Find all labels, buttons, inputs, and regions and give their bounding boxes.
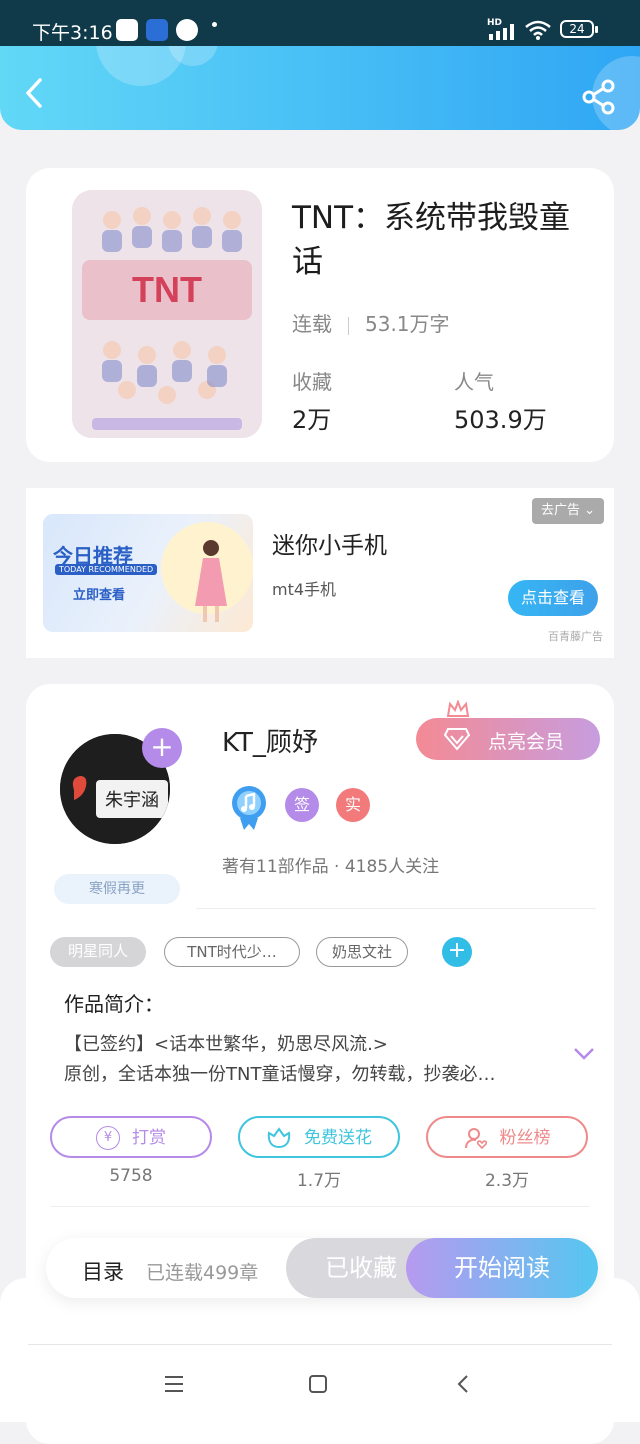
ad-image-cta: 立即查看 (73, 588, 126, 603)
tip-count: 5758 (109, 1166, 153, 1186)
tag-genre[interactable]: 明星同人 (50, 937, 146, 967)
expand-chevron-icon[interactable] (572, 1046, 596, 1062)
favorites-value: 2万 (292, 406, 332, 434)
remove-ad-button[interactable]: 去广告 ⌄ (532, 498, 604, 524)
book-meta: 连载 53.1万字 (292, 308, 450, 337)
popularity-value: 503.9万 (454, 406, 547, 434)
chapter-count: 已连载499章 (146, 1262, 259, 1284)
ad-view-button[interactable]: 点击查看 (508, 580, 598, 616)
diamond-icon (444, 728, 470, 751)
yen-icon: ¥ (96, 1126, 120, 1150)
serial-status: 连载 (292, 312, 332, 336)
notification-dot (212, 22, 217, 27)
fan-count: 2.3万 (484, 1171, 530, 1191)
music-medal-icon (232, 786, 266, 830)
back-icon[interactable] (18, 76, 52, 110)
send-flower-button[interactable]: 免费送花 (238, 1116, 400, 1158)
flower-count: 1.7万 (296, 1171, 342, 1191)
share-icon[interactable] (580, 78, 618, 116)
ad-subtitle: mt4手机 (272, 580, 337, 599)
author-stats: 著有11部作品 · 4185人关注 (222, 857, 440, 877)
status-badge: 寒假再更 (54, 874, 180, 904)
follow-author-button[interactable]: + (142, 728, 182, 768)
signed-badge: 签 (285, 788, 319, 822)
add-tag-button[interactable]: + (442, 937, 472, 967)
tip-button[interactable]: ¥ 打赏 (50, 1116, 212, 1158)
svg-text:TNT: TNT (132, 269, 202, 310)
tip-label: 打赏 (132, 1128, 166, 1148)
book-cover[interactable]: TNT (72, 190, 262, 438)
avatar-name-tag: 朱宇涵 (105, 790, 159, 811)
train-app-icon (146, 19, 168, 41)
start-reading-button[interactable]: 开始阅读 (406, 1238, 598, 1298)
fan-ranking-label: 粉丝榜 (499, 1128, 551, 1148)
author-name[interactable]: KT_顾妤 (222, 722, 318, 759)
verified-badge: 实 (336, 788, 370, 822)
top-header (0, 46, 640, 130)
ad-source: 百青藤广告 (548, 630, 603, 643)
vip-member-button[interactable]: 点亮会员 (416, 700, 600, 760)
word-count: 53.1万字 (365, 312, 450, 336)
send-flower-label: 免费送花 (304, 1128, 372, 1148)
popularity-label: 人气 (454, 370, 494, 394)
book-info-card: TNT TNT：系统带我毁童话 连载 53.1万字 收藏 2万 人气 503.9万 (26, 168, 614, 462)
crown-icon (446, 700, 470, 717)
book-title: TNT：系统带我毁童话 (292, 200, 571, 280)
intro-title: 作品简介： (64, 992, 164, 1016)
tag-studio[interactable]: 奶思文社 (316, 937, 408, 967)
status-bar: 下午3:16 HD 24 (0, 0, 640, 46)
bottom-sheet (0, 1278, 640, 1422)
fan-ranking-button[interactable]: 粉丝榜 (426, 1116, 588, 1158)
ad-banner[interactable]: 今日推荐 TODAY RECOMMENDED 立即查看 迷你小手机 mt4手机 … (26, 488, 614, 658)
intro-text: 【已签约】<话本世繁华，奶思尽风流.> 原创，全话本独一份TNT童话慢穿，勿转载… (64, 1030, 564, 1090)
ad-girl-illustration (195, 540, 227, 622)
back-nav-icon[interactable] (452, 1372, 476, 1396)
toc-button[interactable]: 目录 (82, 1256, 124, 1286)
battery-icon: 24 (560, 20, 598, 38)
status-time: 下午3:16 (32, 22, 113, 44)
favorites-label: 收藏 (292, 370, 332, 394)
home-icon[interactable] (306, 1372, 330, 1396)
vip-button-label: 点亮会员 (488, 731, 565, 753)
remove-ad-label: 去广告 (540, 503, 580, 518)
divider (196, 908, 596, 909)
reading-action-bar: 目录 已连载499章 已收藏 开始阅读 (46, 1238, 598, 1298)
wifi-icon (525, 20, 551, 40)
cover-art: TNT (72, 190, 262, 438)
ad-image-subtitle: TODAY RECOMMENDED (55, 564, 158, 575)
flower-icon (267, 1127, 291, 1149)
intro-line: 【已签约】<话本世繁华，奶思尽风流.> (64, 1034, 388, 1055)
tag-series[interactable]: TNT时代少… (164, 937, 300, 967)
signal-icon (489, 24, 514, 40)
divider (50, 1206, 590, 1207)
cloud-app-icon (116, 19, 138, 41)
nav-divider (28, 1344, 612, 1345)
qq-app-icon (176, 19, 198, 41)
ad-title: 迷你小手机 (272, 533, 387, 559)
menu-icon[interactable] (162, 1372, 186, 1396)
fan-user-icon (464, 1128, 487, 1150)
chevron-down-icon: ⌄ (584, 503, 596, 518)
ad-image[interactable]: 今日推荐 TODAY RECOMMENDED 立即查看 (43, 514, 253, 632)
intro-line: 原创，全话本独一份TNT童话慢穿，勿转载，抄袭必… (64, 1064, 496, 1085)
